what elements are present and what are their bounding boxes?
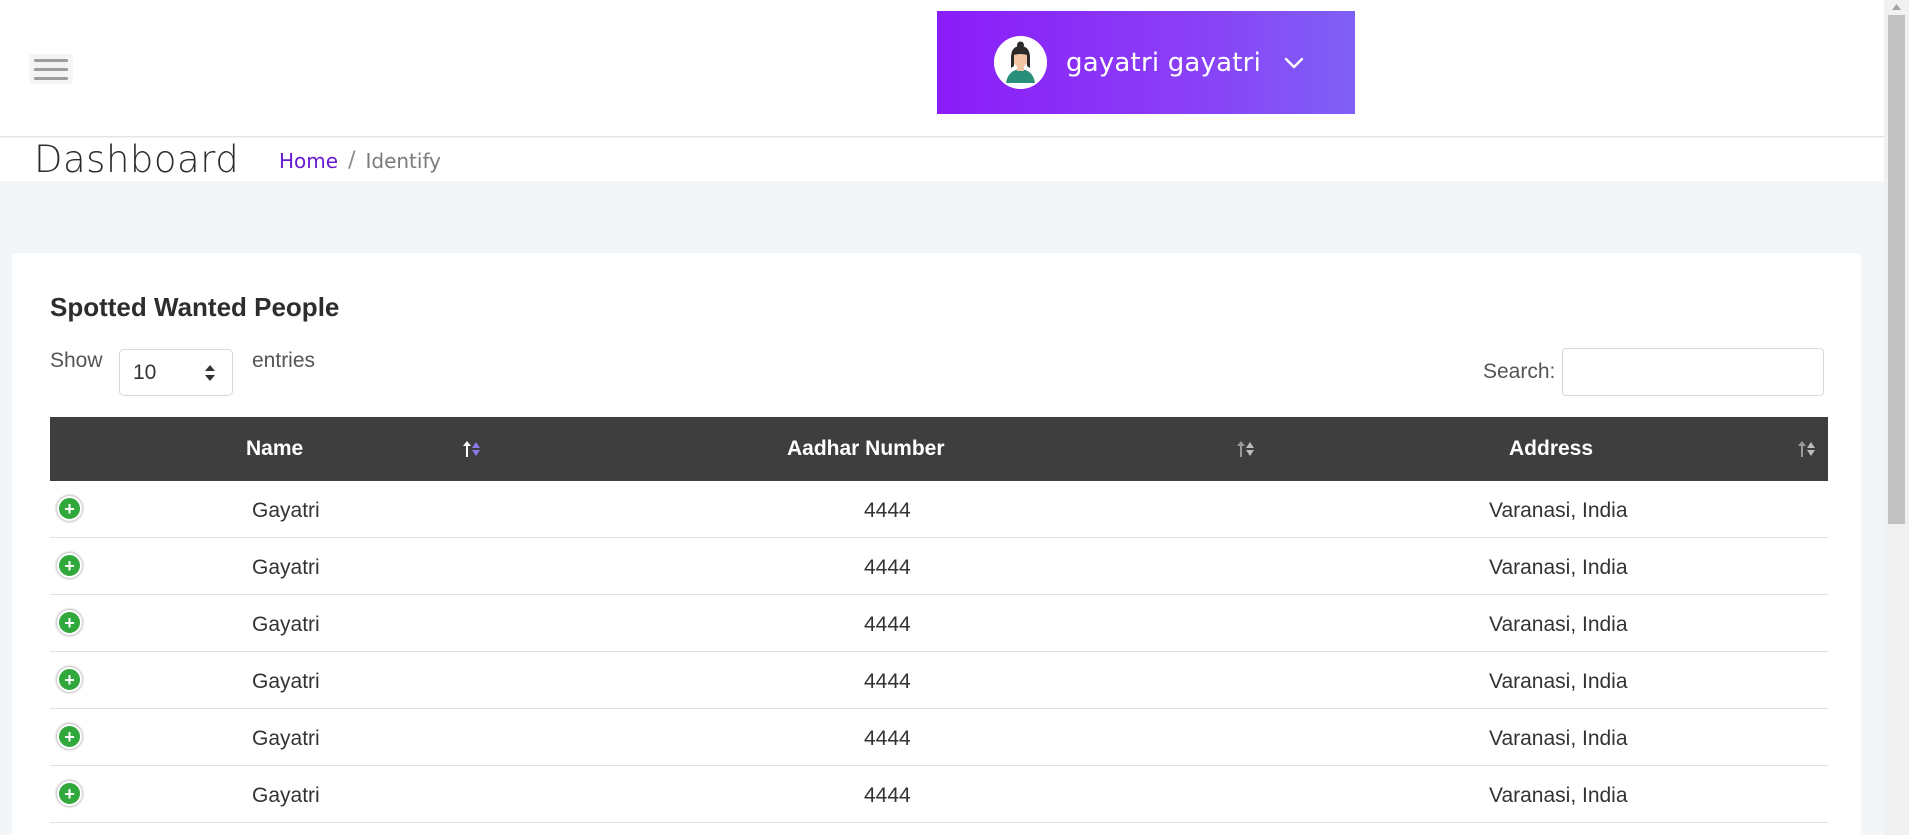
- table-row[interactable]: + Gayatri 4444 Varanasi, India: [50, 538, 1828, 595]
- avatar-icon: [994, 36, 1047, 89]
- expand-row-icon[interactable]: +: [57, 724, 82, 749]
- show-label: Show: [50, 349, 103, 372]
- search-input[interactable]: [1562, 348, 1824, 396]
- page-title: Dashboard: [34, 138, 240, 181]
- menu-toggle-button[interactable]: [29, 54, 73, 84]
- scrollbar-thumb[interactable]: [1888, 15, 1905, 524]
- column-header-address[interactable]: Address: [1290, 417, 1828, 481]
- cell-address: Varanasi, India: [1489, 670, 1628, 693]
- cell-aadhar: 4444: [864, 556, 911, 579]
- cell-address: Varanasi, India: [1489, 499, 1628, 522]
- card-title: Spotted Wanted People: [50, 292, 340, 322]
- cell-aadhar: 4444: [864, 784, 911, 807]
- spotted-wanted-card: Spotted Wanted People Show 10 entries Se…: [12, 253, 1861, 835]
- table-row[interactable]: + Gayatri 4444 Varanasi, India: [50, 481, 1828, 538]
- cell-aadhar: 4444: [864, 670, 911, 693]
- expand-row-icon[interactable]: +: [57, 781, 82, 806]
- expand-row-icon[interactable]: +: [57, 610, 82, 635]
- search-label: Search:: [1483, 360, 1556, 383]
- cell-name: Gayatri: [252, 727, 320, 750]
- breadcrumb-home-link[interactable]: Home: [279, 149, 338, 173]
- user-menu-dropdown[interactable]: gayatri gayatri: [937, 11, 1355, 114]
- cell-aadhar: 4444: [864, 727, 911, 750]
- table-header: Name Aadhar Number Address: [50, 417, 1828, 481]
- sort-both-icon: [1237, 441, 1254, 457]
- cell-address: Varanasi, India: [1489, 556, 1628, 579]
- cell-address: Varanasi, India: [1489, 613, 1628, 636]
- cell-name: Gayatri: [252, 499, 320, 522]
- expand-row-icon[interactable]: +: [57, 553, 82, 578]
- cell-address: Varanasi, India: [1489, 727, 1628, 750]
- avatar: [994, 36, 1047, 89]
- entries-per-page-select[interactable]: 10: [119, 349, 233, 396]
- cell-aadhar: 4444: [864, 499, 911, 522]
- scroll-up-icon[interactable]: [1884, 0, 1909, 14]
- cell-name: Gayatri: [252, 784, 320, 807]
- select-arrows-icon: [205, 365, 215, 381]
- cell-name: Gayatri: [252, 613, 320, 636]
- breadcrumb: Home / Identify: [279, 148, 441, 173]
- expand-row-icon[interactable]: +: [57, 667, 82, 692]
- hamburger-icon-line: [34, 76, 68, 80]
- sort-both-icon: [1798, 441, 1815, 457]
- breadcrumb-current: Identify: [365, 148, 441, 173]
- hamburger-icon-line: [34, 67, 68, 71]
- table-row[interactable]: + Gayatri 4444 Varanasi, India: [50, 709, 1828, 766]
- table-row[interactable]: + Gayatri 4444 Varanasi, India: [50, 652, 1828, 709]
- scrollbar[interactable]: [1884, 0, 1909, 835]
- user-name: gayatri gayatri: [1066, 47, 1261, 78]
- breadcrumb-separator: /: [348, 148, 356, 173]
- cell-aadhar: 4444: [864, 613, 911, 636]
- hamburger-icon-line: [34, 58, 68, 62]
- cell-address: Varanasi, India: [1489, 784, 1628, 807]
- table-row[interactable]: + Gayatri 4444 Varanasi, India: [50, 766, 1828, 823]
- sort-ascending-icon: [463, 441, 480, 457]
- cell-name: Gayatri: [252, 670, 320, 693]
- chevron-down-icon: [1283, 52, 1305, 74]
- column-header-label: Address: [1509, 437, 1594, 460]
- column-header-label: Name: [246, 437, 304, 460]
- column-header-label: Aadhar Number: [787, 437, 945, 460]
- top-navbar: gayatri gayatri: [0, 0, 1884, 137]
- column-header-aadhar[interactable]: Aadhar Number: [515, 417, 1290, 481]
- expand-row-icon[interactable]: +: [57, 496, 82, 521]
- table-row[interactable]: + Gayatri 4444 Varanasi, India: [50, 595, 1828, 652]
- column-header-name[interactable]: Name: [50, 417, 515, 481]
- cell-name: Gayatri: [252, 556, 320, 579]
- entries-label: entries: [252, 349, 316, 372]
- entries-per-page-value: 10: [133, 360, 157, 384]
